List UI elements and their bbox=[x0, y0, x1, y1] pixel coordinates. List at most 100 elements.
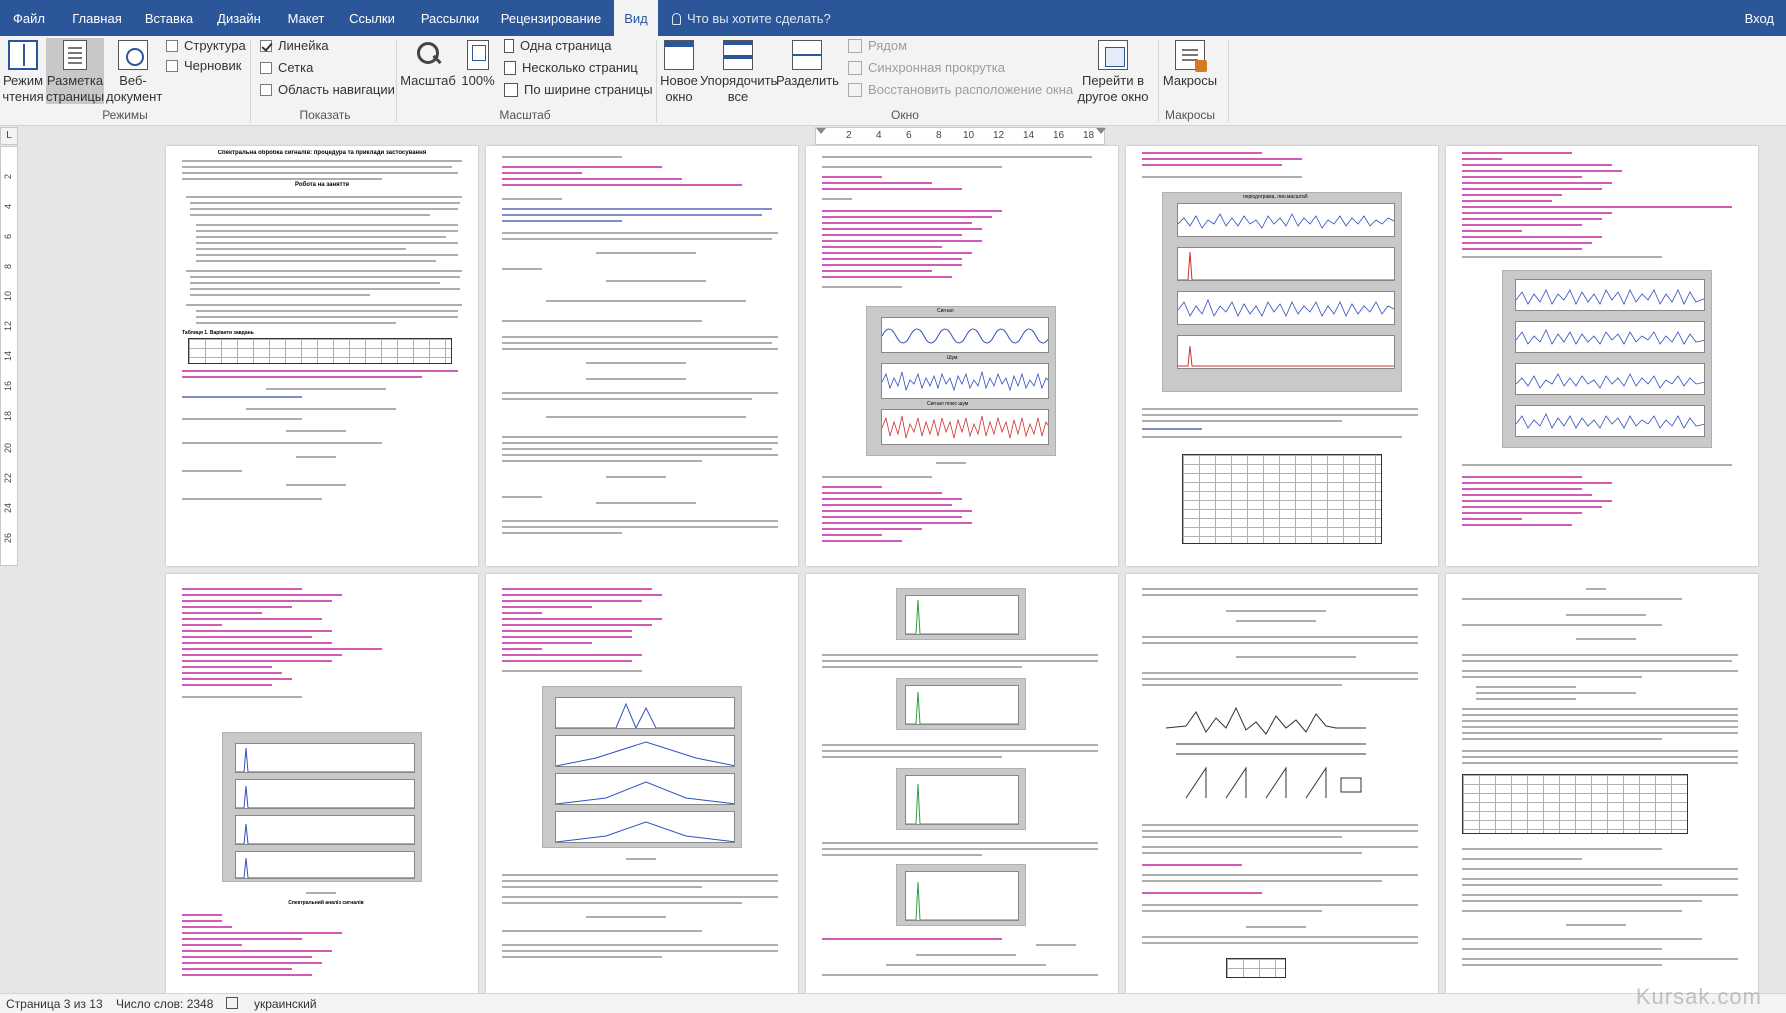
ruler-checkbox[interactable]: Линейка bbox=[260, 36, 329, 56]
read-mode-button[interactable]: Режим чтения bbox=[2, 38, 44, 104]
periodogram-plot bbox=[236, 823, 414, 844]
tab-file[interactable]: Файл bbox=[0, 0, 58, 36]
spectrum-figure bbox=[896, 678, 1026, 730]
ruler-number: 4 bbox=[3, 203, 13, 209]
side-by-side-label: Рядом bbox=[868, 38, 908, 53]
windows-table bbox=[1462, 774, 1688, 834]
tab-insert[interactable]: Вставка bbox=[136, 0, 202, 36]
document-page[interactable] bbox=[1126, 574, 1438, 993]
page-subtitle: Робота на заняття bbox=[294, 182, 350, 188]
sync-scroll-icon bbox=[848, 61, 862, 75]
checkbox-icon bbox=[260, 62, 272, 74]
word-count[interactable]: Число слов: 2348 bbox=[116, 997, 213, 1011]
tab-selector[interactable]: L bbox=[0, 127, 18, 145]
document-page[interactable] bbox=[1446, 574, 1758, 993]
zoom-100-label: 100% bbox=[461, 73, 495, 88]
one-page-label: Одна страница bbox=[520, 38, 612, 53]
spectrum-plot bbox=[906, 783, 1018, 824]
tab-design[interactable]: Дизайн bbox=[202, 0, 276, 36]
periodogram-plot bbox=[236, 785, 414, 808]
document-page[interactable]: Спектральна обробка сигналів: процедура … bbox=[166, 146, 478, 566]
side-by-side-icon bbox=[848, 39, 862, 53]
tab-home[interactable]: Главная bbox=[58, 0, 136, 36]
arrange-all-button[interactable]: Упорядочить все bbox=[700, 38, 777, 104]
side-by-side-button[interactable]: Рядом bbox=[848, 36, 907, 56]
document-page[interactable] bbox=[486, 574, 798, 993]
divider bbox=[250, 40, 251, 122]
language-indicator[interactable]: украинский bbox=[254, 997, 317, 1011]
ruler-number: 14 bbox=[1023, 130, 1035, 141]
document-page[interactable] bbox=[806, 574, 1118, 993]
document-page[interactable]: Сигнал Шум Сигнал плюс шум bbox=[806, 146, 1118, 566]
draft-button[interactable]: Черновик bbox=[166, 56, 241, 76]
macros-icon bbox=[1175, 40, 1207, 72]
right-indent-marker[interactable] bbox=[1096, 128, 1106, 134]
tab-mailings[interactable]: Рассылки bbox=[408, 0, 492, 36]
reset-position-button[interactable]: Восстановить расположение окна bbox=[848, 80, 1073, 100]
divider bbox=[1228, 40, 1229, 122]
divider bbox=[396, 40, 397, 122]
sign-in-link[interactable]: Вход bbox=[1745, 0, 1774, 38]
split-button[interactable]: Разделить bbox=[776, 38, 839, 104]
zoom-100-button[interactable]: 100% bbox=[458, 38, 498, 104]
page-counter[interactable]: Страница 3 из 13 bbox=[6, 997, 103, 1011]
proofing-icon[interactable] bbox=[226, 997, 238, 1009]
multiple-pages-button[interactable]: Несколько страниц bbox=[504, 58, 638, 78]
periodogram-plot bbox=[556, 821, 734, 842]
tab-references[interactable]: Ссылки bbox=[336, 0, 408, 36]
signal-plot bbox=[882, 328, 1048, 344]
tab-view[interactable]: Вид bbox=[614, 0, 658, 36]
switch-windows-button[interactable]: Перейти в другое окно bbox=[1076, 38, 1150, 104]
print-layout-button[interactable]: Разметка страницы bbox=[46, 38, 104, 104]
group-label-modes: Режимы bbox=[102, 108, 148, 122]
gridlines-checkbox[interactable]: Сетка bbox=[260, 58, 313, 78]
arrange-icon bbox=[723, 40, 753, 70]
divider bbox=[656, 40, 657, 122]
nav-pane-checkbox[interactable]: Область навигации bbox=[260, 80, 395, 100]
indent-marker[interactable] bbox=[816, 128, 826, 134]
noise-plot bbox=[882, 370, 1048, 392]
periodogram-figure bbox=[542, 686, 742, 848]
periodogram-plot bbox=[556, 781, 734, 804]
tab-layout[interactable]: Макет bbox=[276, 0, 336, 36]
ruler-number: 18 bbox=[1083, 130, 1095, 141]
outline-button[interactable]: Структура bbox=[166, 36, 246, 56]
web-layout-button[interactable]: Веб- документ bbox=[106, 38, 162, 104]
new-window-button[interactable]: Новое окно bbox=[660, 38, 698, 104]
split-label: Разделить bbox=[776, 73, 839, 88]
page-width-icon bbox=[504, 83, 518, 97]
periodogram-plot bbox=[1516, 413, 1704, 429]
zoom-button[interactable]: Масштаб bbox=[400, 38, 456, 104]
status-bar: Страница 3 из 13 Число слов: 2348 украин… bbox=[0, 993, 1786, 1013]
ruler-number: 14 bbox=[3, 350, 13, 361]
horizontal-ruler[interactable]: 2 4 6 8 10 12 14 16 18 bbox=[815, 127, 1106, 145]
document-page[interactable] bbox=[486, 146, 798, 566]
ruler-number: 18 bbox=[3, 410, 13, 421]
ruler-number: 12 bbox=[993, 130, 1005, 141]
multiple-pages-label: Несколько страниц bbox=[522, 60, 638, 75]
sync-scroll-button[interactable]: Синхронная прокрутка bbox=[848, 58, 1005, 78]
vertical-ruler[interactable]: 2 4 6 8 10 12 14 16 18 20 22 24 26 bbox=[0, 146, 18, 566]
document-page[interactable]: Спектральний аналіз сигналів bbox=[166, 574, 478, 993]
tell-me-box[interactable]: Что вы хотите сделать? bbox=[672, 0, 831, 36]
periodogram-plot bbox=[1516, 373, 1704, 389]
spectrum-figure bbox=[896, 864, 1026, 926]
page-width-button[interactable]: По ширине страницы bbox=[504, 80, 653, 100]
block-diagram bbox=[1226, 958, 1286, 978]
periodogram-plot bbox=[556, 702, 734, 728]
one-page-button[interactable]: Одна страница bbox=[504, 36, 611, 56]
document-page[interactable] bbox=[1446, 146, 1758, 566]
multiple-pages-icon bbox=[504, 61, 516, 75]
ruler-number: 12 bbox=[3, 320, 13, 331]
signal-noise-plot bbox=[882, 415, 1048, 439]
tab-review[interactable]: Рецензирование bbox=[492, 0, 610, 36]
macros-button[interactable]: Макросы bbox=[1160, 38, 1220, 104]
draft-label: Черновик bbox=[184, 58, 242, 73]
menu-bar: Файл Главная Вставка Дизайн Макет Ссылки… bbox=[0, 0, 1786, 36]
document-page[interactable]: періодограма, лин.масштаб bbox=[1126, 146, 1438, 566]
spectrum-plot bbox=[906, 881, 1018, 920]
ruler-label: Линейка bbox=[278, 38, 329, 53]
periodogram-plot bbox=[1178, 298, 1394, 317]
new-window-label: Новое окно bbox=[660, 73, 698, 104]
figure-title-signal-noise: Сигнал плюс шум bbox=[927, 401, 969, 407]
